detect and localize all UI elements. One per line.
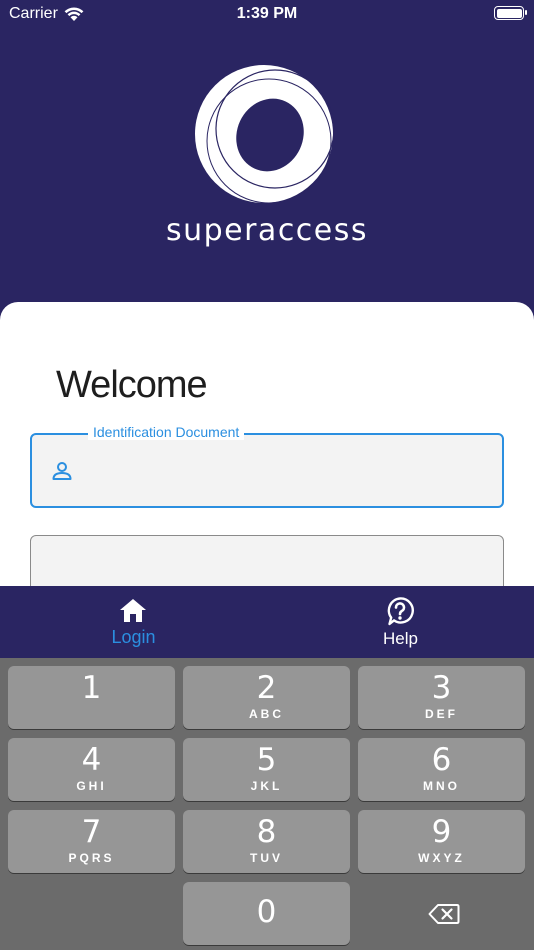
key-letters: JKL [250, 779, 283, 793]
page-title: Welcome [56, 364, 208, 406]
help-icon [387, 597, 414, 626]
key-digit: 1 [81, 670, 102, 706]
key-letters: DEF [425, 707, 458, 721]
delete-key[interactable] [358, 882, 525, 945]
key-letters: TUV [250, 851, 283, 865]
key-letters: MNO [423, 779, 460, 793]
tab-login-label: Login [111, 627, 156, 647]
user-icon [52, 462, 72, 480]
brand-wordmark: superaccess [165, 213, 369, 248]
key-5[interactable]: 5 JKL [183, 738, 350, 801]
key-digit: 5 [256, 742, 277, 778]
key-6[interactable]: 6 MNO [358, 738, 525, 801]
key-letters: ABC [249, 707, 284, 721]
identification-document-label: Identification Document [88, 424, 245, 440]
login-card: Welcome Identification Document [0, 302, 534, 586]
key-3[interactable]: 3 DEF [358, 666, 525, 729]
superaccess-logo-icon [195, 65, 335, 204]
tab-help-label: Help [383, 629, 418, 648]
key-digit: 8 [256, 814, 277, 850]
numeric-keypad: 1 2 ABC 3 DEF 4 GHI 5 JKL 6 MNO 7 PQRS 8… [0, 658, 534, 950]
identification-document-field[interactable]: Identification Document [30, 424, 504, 508]
battery-icon [494, 6, 527, 20]
key-letters: WXYZ [418, 851, 465, 865]
key-digit: 6 [431, 742, 452, 778]
tab-bar: Login Help [0, 586, 534, 658]
key-letters: GHI [76, 779, 107, 793]
key-digit: 2 [256, 670, 277, 706]
key-digit: 7 [81, 814, 102, 850]
key-letters: PQRS [68, 851, 115, 865]
key-7[interactable]: 7 PQRS [8, 810, 175, 873]
key-digit: 9 [431, 814, 452, 850]
tab-login[interactable]: Login [0, 586, 267, 658]
key-9[interactable]: 9 WXYZ [358, 810, 525, 873]
key-0[interactable]: 0 [183, 882, 350, 945]
brand-header: superaccess [0, 28, 534, 302]
clock: 1:39 PM [236, 5, 298, 22]
secondary-input-field[interactable] [30, 535, 504, 586]
key-4[interactable]: 4 GHI [8, 738, 175, 801]
tab-help[interactable]: Help [267, 586, 534, 658]
key-digit: 3 [431, 670, 452, 706]
key-digit: 0 [256, 894, 277, 930]
status-bar: Carrier 1:39 PM [0, 0, 534, 28]
home-icon [120, 599, 146, 622]
key-1[interactable]: 1 [8, 666, 175, 729]
key-digit: 4 [81, 742, 102, 778]
backspace-icon [428, 904, 460, 924]
key-2[interactable]: 2 ABC [183, 666, 350, 729]
identification-document-input[interactable] [92, 449, 482, 493]
key-8[interactable]: 8 TUV [183, 810, 350, 873]
